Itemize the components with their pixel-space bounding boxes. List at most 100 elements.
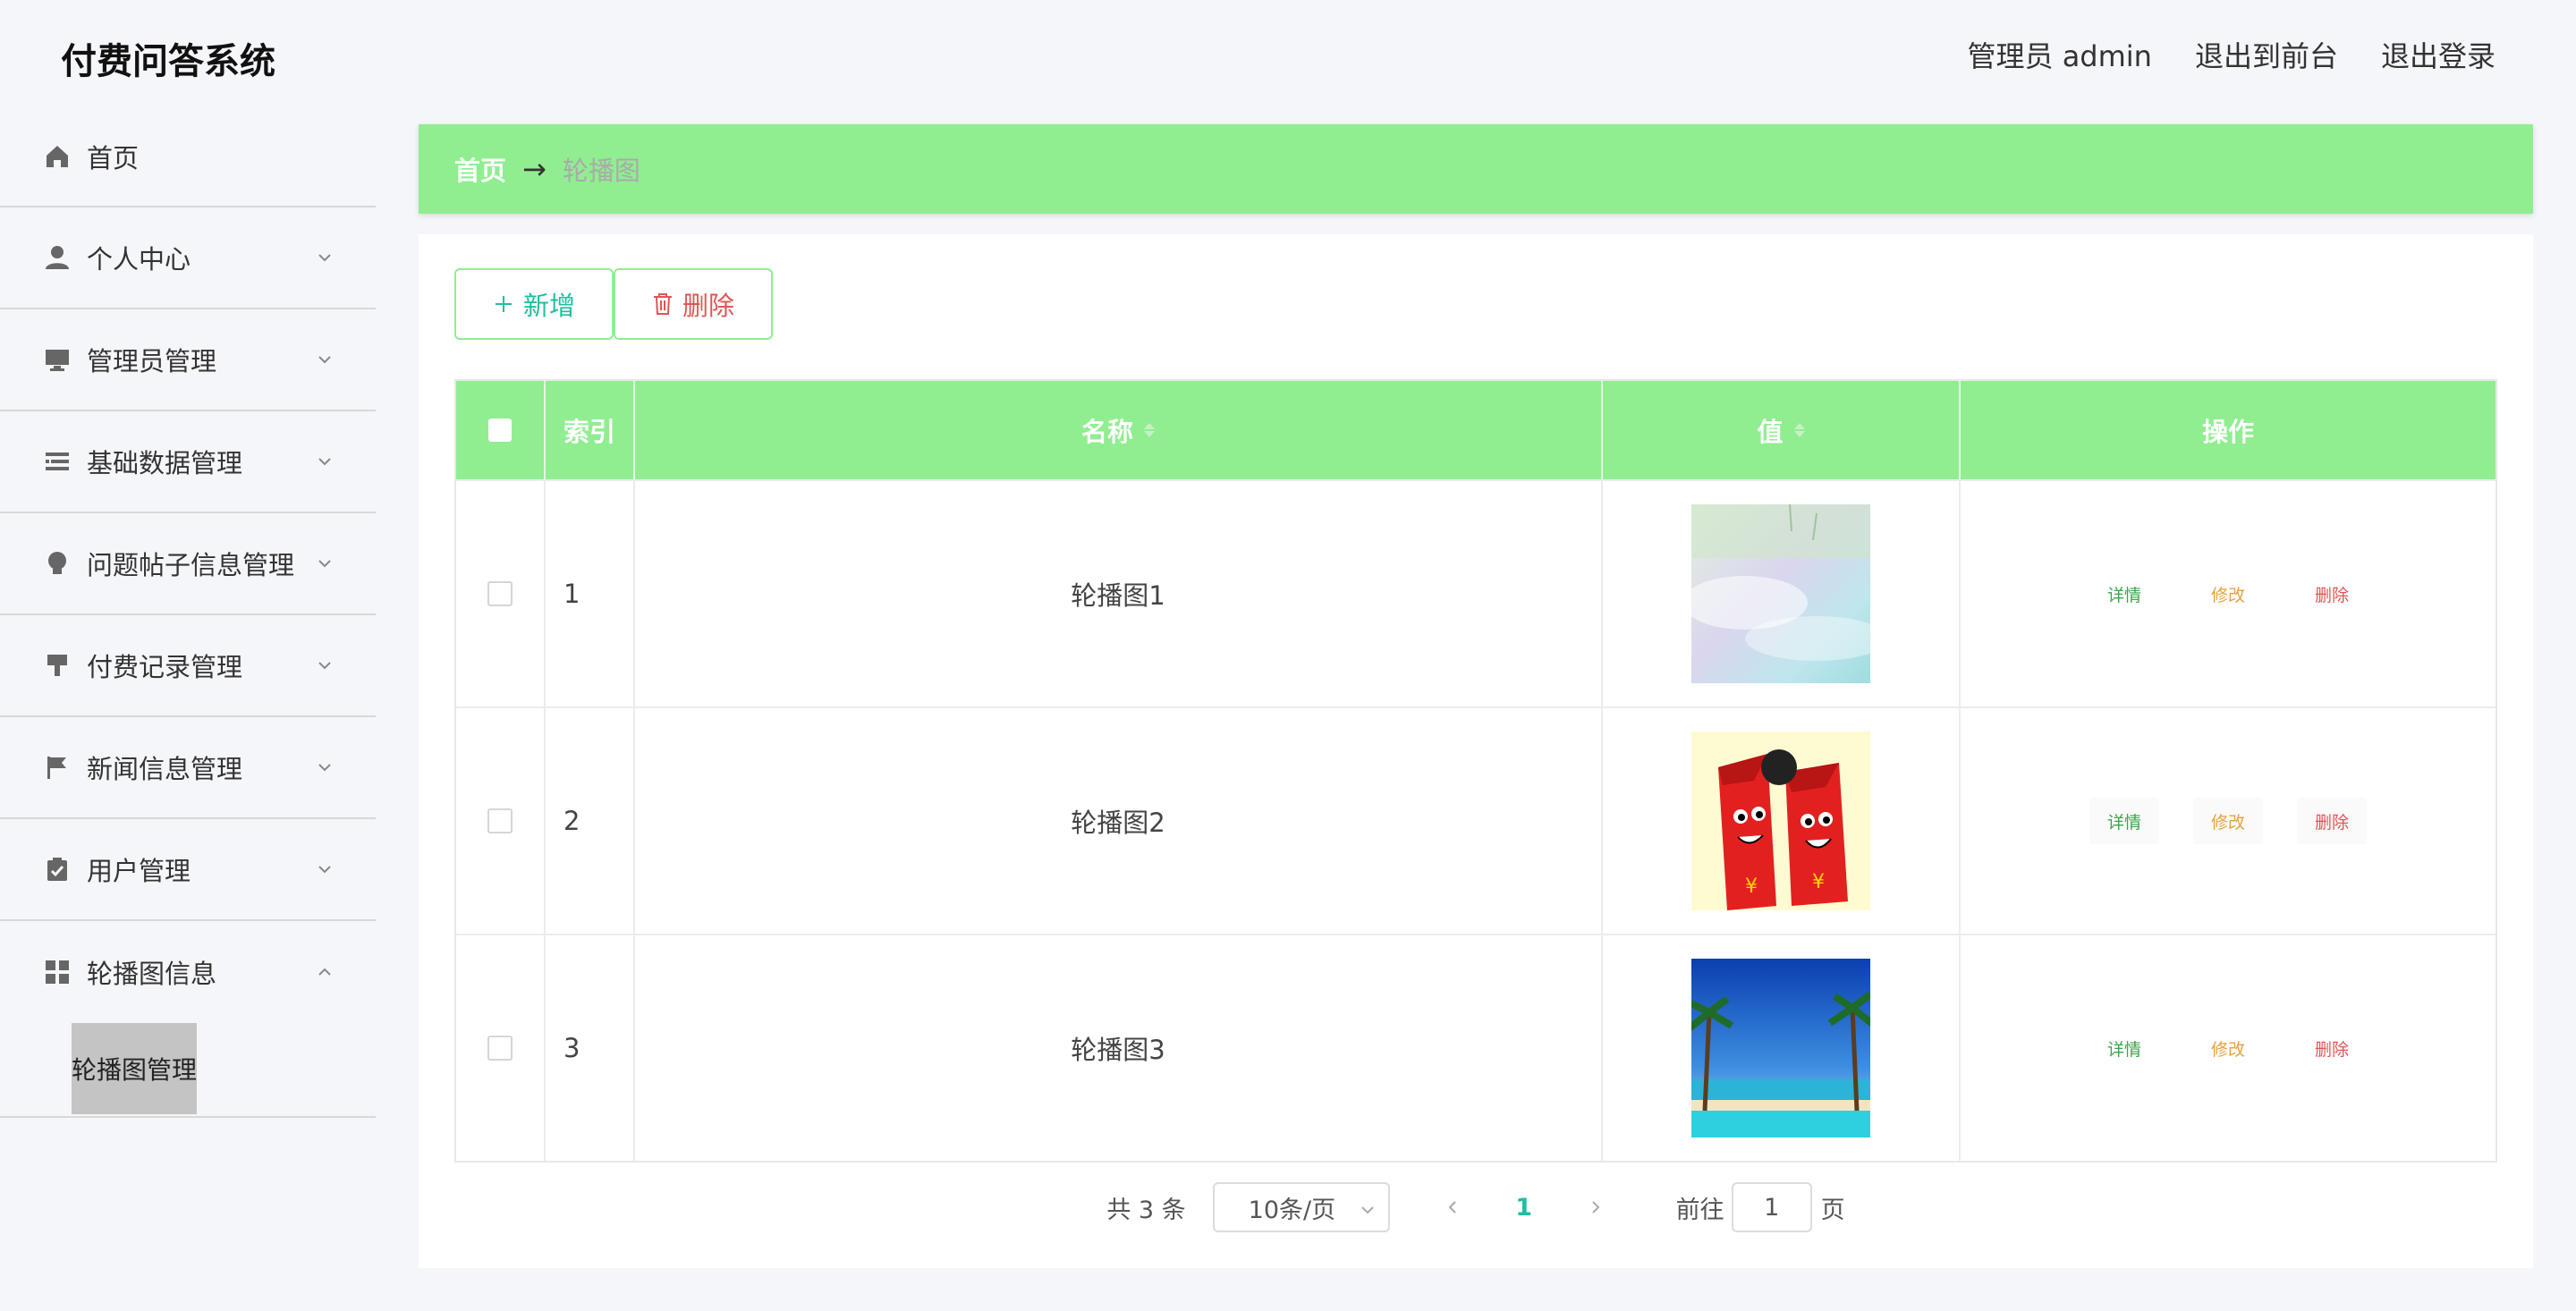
sidebar-item-payments[interactable]: 付费记录管理	[0, 615, 376, 717]
row-checkbox-cell	[456, 481, 546, 706]
sidebar-item-label: 用户管理	[87, 856, 191, 886]
header-value-label: 值	[1757, 417, 1784, 447]
row-name: 轮播图1	[635, 481, 1603, 706]
sidebar-item-label: 问题帖子信息管理	[87, 550, 295, 580]
sidebar-item-label: 管理员管理	[87, 346, 217, 376]
add-button[interactable]: 新增	[454, 268, 614, 340]
app-title: 付费问答系统	[61, 41, 275, 82]
chevron-right-icon	[1591, 1200, 1600, 1214]
row-checkbox-cell	[456, 935, 546, 1161]
admin-user-link[interactable]: 管理员 admin	[1968, 34, 2152, 75]
header-name[interactable]: 名称	[635, 381, 1603, 479]
user-icon	[43, 243, 72, 272]
trash-icon	[653, 293, 672, 315]
clipboard-icon	[43, 855, 72, 884]
delete-button[interactable]: 删除	[614, 268, 773, 340]
row-value-cell	[1603, 935, 1961, 1161]
carousel-table: 索引 名称 值 操作 1 轮播图1 详情 修改 删除 2 轮播图2 ¥ ¥ 详情…	[454, 379, 2497, 1163]
remove-button[interactable]: 删除	[2297, 1025, 2367, 1071]
logout-link[interactable]: 退出登录	[2381, 34, 2496, 75]
carousel-submenu: 轮播图管理	[0, 1023, 376, 1118]
content-panel: 新增 删除 索引 名称 值 操作 1 轮播图1 详情 修改 删除 2 轮播图2 …	[419, 234, 2533, 1268]
sidebar-item-label: 轮播图信息	[87, 959, 217, 989]
exit-to-front-link[interactable]: 退出到前台	[2195, 34, 2338, 75]
chevron-down-icon	[318, 866, 331, 874]
row-ops: 详情 修改 删除	[1961, 935, 2496, 1161]
sidebar-item-label: 新闻信息管理	[87, 754, 243, 784]
row-name: 轮播图2	[635, 708, 1603, 934]
edit-button[interactable]: 修改	[2193, 571, 2263, 617]
goto-label: 前往	[1675, 1196, 1724, 1224]
breadcrumb-current: 轮播图	[562, 156, 640, 186]
sidebar-item-label: 付费记录管理	[87, 652, 243, 682]
pagination-total: 共 3 条	[1106, 1196, 1186, 1224]
top-bar: 付费问答系统 管理员 admin 退出到前台 退出登录	[0, 0, 2576, 107]
sidebar-item-label: 基础数据管理	[87, 448, 243, 478]
remove-button[interactable]: 删除	[2297, 798, 2367, 844]
row-index: 3	[546, 935, 635, 1161]
grid-icon	[43, 958, 72, 986]
chevron-down-icon	[1360, 1206, 1374, 1214]
header-checkbox-cell	[456, 381, 546, 479]
row-ops: 详情 修改 删除	[1961, 481, 2496, 706]
home-icon	[43, 142, 72, 171]
sidebar-item-questions[interactable]: 问题帖子信息管理	[0, 513, 376, 615]
goto-page-input[interactable]	[1731, 1182, 1812, 1232]
edit-button[interactable]: 修改	[2193, 798, 2263, 844]
page-size-value: 10条/页	[1248, 1196, 1336, 1224]
detail-button[interactable]: 详情	[2089, 1025, 2159, 1071]
svg-text:¥: ¥	[1812, 871, 1825, 893]
sidebar-item-users[interactable]: 用户管理	[0, 819, 376, 921]
sidebar-item-news[interactable]: 新闻信息管理	[0, 717, 376, 819]
chevron-down-icon	[318, 764, 331, 772]
row-name: 轮播图3	[635, 935, 1603, 1161]
sort-icon[interactable]	[1144, 423, 1155, 437]
pagination: 共 3 条 10条/页 1 前往 页	[419, 1182, 2533, 1232]
brush-icon	[43, 651, 72, 680]
plus-icon	[495, 296, 512, 312]
chevron-down-icon	[318, 356, 331, 364]
sidebar-item-carousel[interactable]: 轮播图信息	[0, 921, 376, 1023]
sidebar-item-label: 首页	[87, 143, 140, 173]
sidebar-item-label: 个人中心	[87, 244, 191, 275]
remove-button[interactable]: 删除	[2297, 571, 2367, 617]
detail-button[interactable]: 详情	[2089, 798, 2159, 844]
page-unit-label: 页	[1820, 1196, 1845, 1224]
flag-icon	[43, 753, 72, 782]
row-checkbox[interactable]	[487, 581, 513, 606]
sidebar-subitem-carousel-manage[interactable]: 轮播图管理	[72, 1023, 197, 1114]
select-all-checkbox[interactable]	[488, 419, 512, 442]
next-page-button[interactable]	[1569, 1194, 1623, 1222]
sidebar-item-personal[interactable]: 个人中心	[0, 207, 376, 309]
chevron-down-icon	[318, 254, 331, 262]
chevron-up-icon	[318, 968, 331, 976]
sidebar-item-base-data[interactable]: 基础数据管理	[0, 411, 376, 513]
breadcrumb-home[interactable]: 首页	[454, 150, 506, 188]
row-checkbox[interactable]	[487, 808, 513, 833]
monitor-icon	[43, 345, 72, 374]
sidebar-item-admin[interactable]: 管理员管理	[0, 309, 376, 411]
page-size-select[interactable]: 10条/页	[1212, 1182, 1390, 1232]
svg-text:¥: ¥	[1745, 875, 1758, 898]
header-value[interactable]: 值	[1603, 381, 1961, 479]
row-index: 1	[546, 481, 635, 706]
edit-button[interactable]: 修改	[2193, 1025, 2263, 1071]
row-value-cell	[1603, 481, 1961, 706]
carousel-image-thumbnail: ¥ ¥	[1691, 732, 1870, 910]
sidebar: 首页 个人中心 管理员管理 基础数据管理 问题帖子信息管理 付费记录管理 新闻信…	[0, 107, 376, 1311]
row-index: 2	[546, 708, 635, 934]
table-row: 3 轮播图3 详情 修改 删除	[456, 934, 2496, 1161]
sidebar-item-home[interactable]: 首页	[0, 107, 376, 207]
prev-page-button[interactable]	[1426, 1194, 1479, 1222]
sort-icon[interactable]	[1793, 423, 1805, 437]
delete-button-label: 删除	[682, 291, 734, 321]
chevron-left-icon	[1448, 1200, 1456, 1214]
table-header: 索引 名称 值 操作	[456, 381, 2496, 479]
row-checkbox[interactable]	[487, 1036, 513, 1061]
page-number[interactable]: 1	[1497, 1194, 1551, 1222]
detail-button[interactable]: 详情	[2089, 571, 2159, 617]
add-button-label: 新增	[522, 291, 575, 321]
carousel-image-thumbnail	[1691, 504, 1870, 683]
header-index: 索引	[546, 381, 635, 479]
carousel-image-thumbnail	[1691, 959, 1870, 1138]
